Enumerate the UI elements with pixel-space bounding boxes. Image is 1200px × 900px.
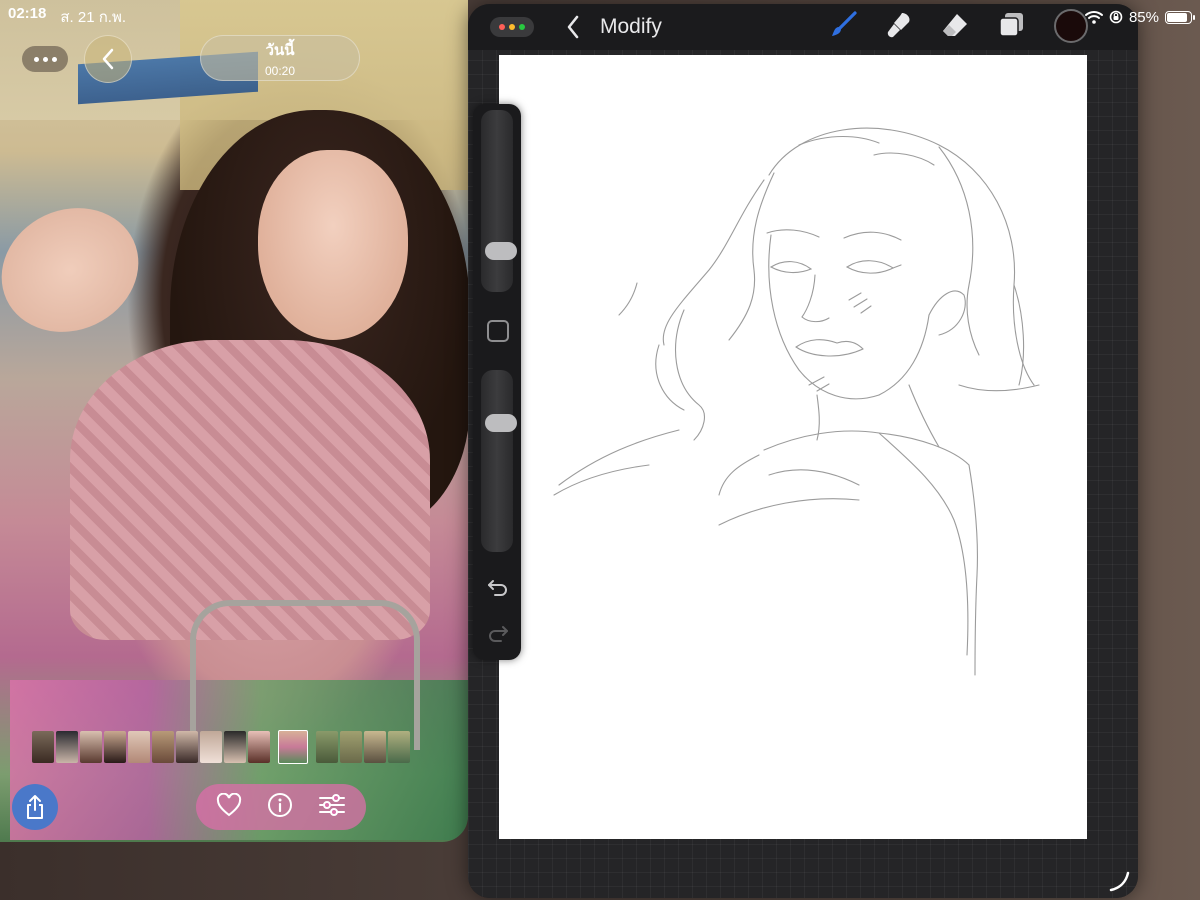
redo-icon xyxy=(489,626,508,642)
date-header: วันนี้ 00:20 xyxy=(200,35,360,81)
favorite-button[interactable] xyxy=(216,792,242,822)
status-bar: 02:18 ส. 21 ก.พ. 85% xyxy=(0,0,1200,34)
thumbnail[interactable] xyxy=(128,731,150,763)
thumbnail[interactable] xyxy=(340,731,362,763)
sketch-drawing xyxy=(553,127,1040,676)
thumbnail-strip[interactable] xyxy=(32,730,410,764)
opacity-thumb[interactable] xyxy=(485,414,517,432)
thumbnail[interactable] xyxy=(388,731,410,763)
share-button[interactable] xyxy=(12,784,58,830)
undo-button[interactable] xyxy=(487,576,509,598)
redo-button[interactable] xyxy=(487,622,509,644)
chevron-left-icon xyxy=(102,48,114,70)
thumbnail[interactable] xyxy=(316,731,338,763)
thumbnail[interactable] xyxy=(224,731,246,763)
heart-icon xyxy=(217,792,242,816)
back-button[interactable] xyxy=(84,35,132,83)
procreate-window: Modify xyxy=(468,4,1138,898)
wifi-icon xyxy=(1084,11,1103,24)
thumbnail[interactable] xyxy=(104,731,126,763)
undo-icon xyxy=(488,580,507,596)
side-toolbar xyxy=(473,104,521,660)
sliders-icon xyxy=(318,793,345,816)
brush-size-thumb[interactable] xyxy=(485,242,517,260)
photo-viewer[interactable] xyxy=(0,0,468,842)
thumbnail[interactable] xyxy=(364,731,386,763)
resize-handle-icon[interactable] xyxy=(1108,870,1132,894)
thumbnail[interactable] xyxy=(152,731,174,763)
info-button[interactable] xyxy=(267,792,293,823)
battery-icon xyxy=(1165,10,1195,24)
drawing-canvas[interactable] xyxy=(499,55,1087,839)
thumbnail[interactable] xyxy=(32,731,54,763)
more-icon xyxy=(33,56,39,62)
opacity-slider[interactable] xyxy=(481,370,517,552)
thumbnail-current[interactable] xyxy=(278,730,308,764)
battery-percent: 85% xyxy=(1128,8,1159,26)
thumbnail[interactable] xyxy=(176,731,198,763)
thumbnail[interactable] xyxy=(248,731,270,763)
photos-window: วันนี้ 00:20 xyxy=(0,0,468,842)
share-icon xyxy=(27,795,43,819)
status-date: ส. 21 ก.พ. xyxy=(60,9,127,26)
thumbnail[interactable] xyxy=(200,731,222,763)
brush-size-slider[interactable] xyxy=(481,110,517,292)
adjust-button[interactable] xyxy=(318,793,346,822)
photo-actions xyxy=(196,784,366,830)
orientation-lock-icon xyxy=(1109,10,1123,24)
date-time: 00:20 xyxy=(264,64,296,78)
more-button[interactable] xyxy=(22,46,68,72)
modify-button[interactable] xyxy=(487,320,509,342)
status-time: 02:18 xyxy=(8,5,47,22)
thumbnail[interactable] xyxy=(80,731,102,763)
info-icon xyxy=(267,792,292,817)
thumbnail[interactable] xyxy=(56,731,78,763)
date-title: วันนี้ xyxy=(265,42,295,59)
